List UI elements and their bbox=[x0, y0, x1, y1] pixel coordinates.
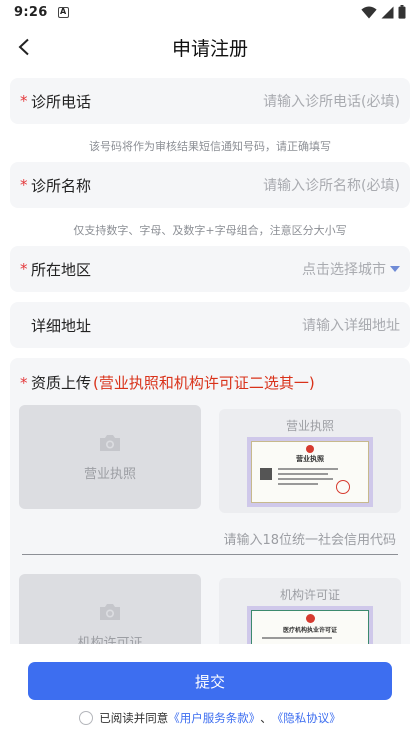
address-input[interactable]: 请输入详细地址 bbox=[302, 315, 400, 335]
institution-permit-sample-image: 医疗机构执业许可证 bbox=[247, 606, 373, 644]
region-select[interactable]: 点击选择城市 bbox=[302, 259, 400, 279]
region-field[interactable]: * 所在地区 点击选择城市 bbox=[10, 246, 410, 292]
dropdown-caret-icon bbox=[390, 266, 400, 272]
chevron-left-icon bbox=[18, 38, 29, 56]
business-license-sample-title: 营业执照 bbox=[285, 419, 334, 433]
qualification-label: 资质上传 bbox=[31, 374, 92, 392]
camera-icon bbox=[100, 604, 120, 620]
clinic-phone-input[interactable]: 请输入诊所电话(必填) bbox=[263, 91, 400, 111]
qualification-note: (营业执照和机构许可证二选其一) bbox=[93, 374, 315, 392]
business-license-sample-image: 营业执照 bbox=[247, 437, 373, 507]
agree-checkbox[interactable] bbox=[79, 711, 94, 725]
battery-icon bbox=[398, 5, 406, 19]
terms-link[interactable]: 《用户服务条款》 bbox=[168, 710, 260, 726]
bottom-bar: 提交 已阅读并同意 《用户服务条款》 、 《隐私协议》 bbox=[0, 644, 420, 746]
status-time: 9:26 bbox=[14, 4, 48, 20]
form-scroll-area[interactable]: * 诊所电话 请输入诊所电话(必填) 该号码将作为审核结果短信通知号码，请正确填… bbox=[0, 70, 420, 644]
clinic-name-hint: 仅支持数字、字母、及数字+字母组合，注意区分大小写 bbox=[73, 224, 347, 237]
business-license-sample: 营业执照 营业执照 bbox=[219, 409, 401, 513]
address-label: 详细地址 bbox=[31, 316, 92, 335]
page-title: 申请注册 bbox=[171, 37, 248, 60]
status-bar: 9:26 A bbox=[0, 0, 420, 24]
required-star: * bbox=[20, 176, 28, 194]
clinic-name-field[interactable]: * 诊所名称 请输入诊所名称(必填) bbox=[10, 162, 410, 208]
qualification-header: * 资质上传 (营业执照和机构许可证二选其一) bbox=[20, 372, 315, 393]
notification-a-icon: A bbox=[57, 6, 69, 18]
institution-permit-upload-label: 机构许可证 bbox=[77, 636, 143, 644]
required-star: * bbox=[20, 260, 28, 278]
business-license-upload-label: 营业执照 bbox=[83, 467, 136, 482]
region-select-text: 点击选择城市 bbox=[302, 262, 386, 278]
clinic-phone-field[interactable]: * 诊所电话 请输入诊所电话(必填) bbox=[10, 78, 410, 124]
camera-icon bbox=[100, 435, 120, 451]
required-star: * bbox=[20, 92, 28, 110]
institution-permit-sample: 机构许可证 医疗机构执业许可证 bbox=[219, 578, 401, 644]
region-label: 所在地区 bbox=[31, 260, 92, 279]
qualification-section: * 资质上传 (营业执照和机构许可证二选其一) 营业执照 营业执照 营业执照 请… bbox=[10, 358, 410, 644]
clinic-name-input[interactable]: 请输入诊所名称(必填) bbox=[263, 175, 400, 195]
wifi-icon bbox=[361, 6, 377, 18]
clinic-phone-hint: 该号码将作为审核结果短信通知号码，请正确填写 bbox=[89, 140, 331, 153]
clinic-name-label: 诊所名称 bbox=[31, 176, 92, 195]
signal-icon bbox=[381, 6, 394, 18]
clinic-phone-label: 诊所电话 bbox=[31, 92, 92, 111]
credit-code-input[interactable]: 请输入18位统一社会信用代码 bbox=[22, 523, 398, 555]
back-button[interactable] bbox=[10, 33, 38, 61]
institution-permit-sample-title: 机构许可证 bbox=[279, 588, 340, 602]
address-field[interactable]: 详细地址 请输入详细地址 bbox=[10, 302, 410, 348]
institution-permit-upload[interactable]: 机构许可证 bbox=[19, 574, 201, 644]
nav-bar: 申请注册 bbox=[0, 24, 420, 70]
privacy-link[interactable]: 《隐私协议》 bbox=[272, 710, 341, 726]
required-star: * bbox=[20, 373, 28, 392]
agree-prefix: 已阅读并同意 bbox=[99, 711, 169, 725]
business-license-upload[interactable]: 营业执照 bbox=[19, 405, 201, 509]
business-license-doc-title: 营业执照 bbox=[296, 455, 324, 463]
submit-button[interactable]: 提交 bbox=[28, 662, 392, 700]
agree-separator: 、 bbox=[260, 711, 272, 725]
institution-permit-doc-title: 医疗机构执业许可证 bbox=[282, 627, 337, 634]
agreement-row: 已阅读并同意 《用户服务条款》 、 《隐私协议》 bbox=[0, 710, 420, 726]
